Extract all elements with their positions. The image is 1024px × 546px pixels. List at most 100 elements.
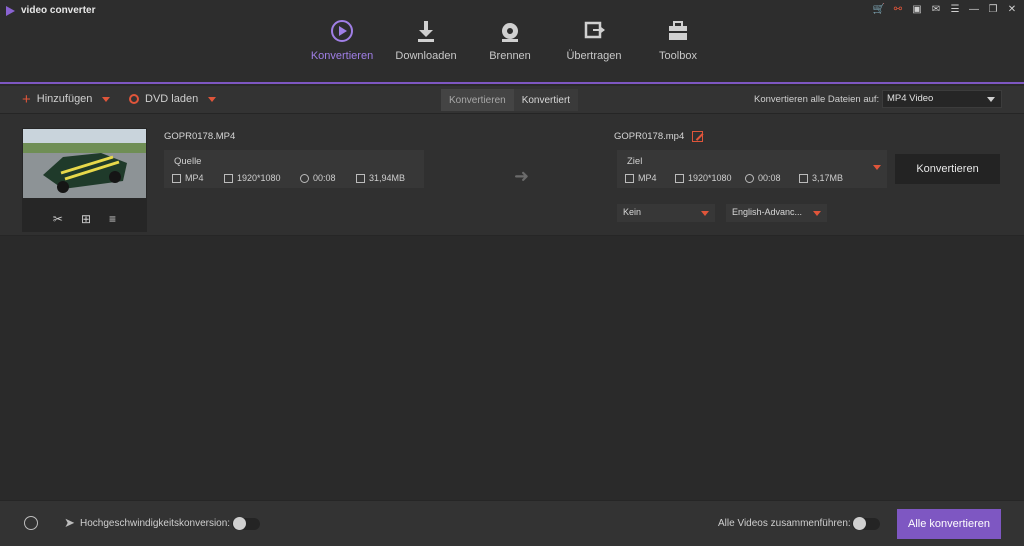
target-duration: 00:08 <box>745 173 799 183</box>
load-dvd-label: DVD laden <box>145 93 199 105</box>
source-size-value: 31,94MB <box>369 173 406 183</box>
target-meta: MP4 1920*1080 00:08 3,17MB <box>625 173 843 183</box>
source-size: 31,94MB <box>356 173 405 183</box>
effects-icon[interactable]: ≡ <box>109 212 116 226</box>
chevron-down-icon <box>102 96 111 102</box>
arrow-right-icon: ➜ <box>514 166 530 186</box>
source-format-value: MP4 <box>185 173 204 183</box>
merge-videos-toggle[interactable] <box>852 517 880 530</box>
film-icon <box>172 173 181 183</box>
load-dvd-button[interactable]: DVD laden <box>129 93 217 105</box>
subtitle-value: Kein <box>623 207 642 217</box>
nav-transfer[interactable]: Übertragen <box>552 18 636 62</box>
target-filename-row: GOPR0178.mp4 <box>614 131 704 142</box>
title-bar: video converter 🛒 ⚯ ▣ ✉ ☰ — ❐ ✕ Konverti… <box>0 0 1024 84</box>
source-meta: MP4 1920*1080 00:08 31,94MB <box>172 173 405 183</box>
target-resolution: 1920*1080 <box>675 173 745 183</box>
nav-download-label: Downloaden <box>395 50 457 62</box>
nav-transfer-label: Übertragen <box>566 50 622 62</box>
target-resolution-value: 1920*1080 <box>688 173 732 183</box>
app-window: video converter 🛒 ⚯ ▣ ✉ ☰ — ❐ ✕ Konverti… <box>0 0 1024 546</box>
dvd-icon <box>129 94 139 104</box>
edit-icon[interactable] <box>692 131 704 142</box>
clock-icon <box>300 173 309 183</box>
high-speed-label: Hochgeschwindigkeitskonversion: <box>80 518 231 529</box>
target-settings-dropdown-icon[interactable] <box>873 165 881 170</box>
plus-icon: + <box>22 90 31 108</box>
source-info-box: Quelle MP4 1920*1080 00:08 31,94MB <box>164 150 424 188</box>
target-duration-value: 00:08 <box>758 173 781 183</box>
chevron-down-icon <box>813 211 821 216</box>
bottom-bar: ➤ Hochgeschwindigkeitskonversion: Alle V… <box>0 500 1024 546</box>
folder-icon <box>799 173 808 183</box>
user-icon[interactable]: ⚯ <box>892 3 904 15</box>
tab-converted[interactable]: Konvertiert <box>513 89 579 111</box>
main-nav: Konvertieren Downloaden Brennen Übertrag… <box>300 18 720 62</box>
source-duration: 00:08 <box>300 173 356 183</box>
burn-icon <box>502 23 518 42</box>
minimize-icon[interactable]: — <box>968 3 980 15</box>
nav-convert[interactable]: Konvertieren <box>300 18 384 62</box>
video-thumbnail-panel: ✂ ⊞ ≡ <box>22 128 147 232</box>
tab-converting[interactable]: Konvertieren <box>441 89 514 111</box>
target-title: Ziel <box>627 156 643 167</box>
resolution-icon <box>675 173 684 183</box>
audio-track-select[interactable]: English-Advanc... <box>726 204 827 222</box>
target-format-value: MP4 <box>638 173 657 183</box>
nav-burn[interactable]: Brennen <box>468 18 552 62</box>
app-logo: video converter <box>6 5 95 16</box>
app-title: video converter <box>21 5 96 16</box>
add-files-button[interactable]: + Hinzufügen <box>22 90 111 108</box>
subtitle-select[interactable]: Kein <box>617 204 715 222</box>
close-icon[interactable]: ✕ <box>1006 3 1018 15</box>
cart-icon[interactable]: 🛒 <box>873 3 885 15</box>
source-filename: GOPR0178.MP4 <box>164 131 236 142</box>
source-format: MP4 <box>172 173 224 183</box>
file-item: ✂ ⊞ ≡ GOPR0178.MP4 Quelle MP4 1920*1080 … <box>0 114 1024 236</box>
convert-button[interactable]: Konvertieren <box>895 154 1000 184</box>
source-resolution: 1920*1080 <box>224 173 300 183</box>
target-size-value: 3,17MB <box>812 173 844 183</box>
nav-download[interactable]: Downloaden <box>384 18 468 62</box>
clock-icon <box>745 173 754 183</box>
nav-toolbox[interactable]: Toolbox <box>636 18 720 62</box>
source-resolution-value: 1920*1080 <box>237 173 281 183</box>
chevron-down-icon <box>987 97 995 102</box>
nav-toolbox-label: Toolbox <box>659 50 697 62</box>
add-files-label: Hinzufügen <box>36 93 93 105</box>
video-thumbnail[interactable] <box>23 129 146 198</box>
nav-convert-label: Konvertieren <box>310 50 374 62</box>
folder-icon <box>356 173 365 183</box>
window-controls: 🛒 ⚯ ▣ ✉ ☰ — ❐ ✕ <box>873 3 1018 15</box>
audio-track-value: English-Advanc... <box>732 207 803 217</box>
chevron-down-icon <box>701 211 709 216</box>
source-title: Quelle <box>174 156 202 167</box>
convert-all-button[interactable]: Alle konvertieren <box>897 509 1001 539</box>
menu-icon[interactable]: ☰ <box>949 3 961 15</box>
high-speed-toggle[interactable] <box>232 517 260 530</box>
trim-icon[interactable]: ✂ <box>53 212 63 226</box>
target-format: MP4 <box>625 173 675 183</box>
target-filename: GOPR0178.mp4 <box>614 131 685 142</box>
alarm-clock-icon[interactable] <box>24 516 38 530</box>
crop-icon[interactable]: ⊞ <box>81 212 91 226</box>
output-format-select[interactable]: MP4 Video <box>882 90 1002 108</box>
feedback-icon[interactable]: ✉ <box>930 3 942 15</box>
target-size: 3,17MB <box>799 173 843 183</box>
convert-tabs: Konvertieren Konvertiert <box>441 89 579 111</box>
resolution-icon <box>224 173 233 183</box>
film-icon <box>625 173 634 183</box>
output-format-value: MP4 Video <box>887 93 934 104</box>
nav-burn-label: Brennen <box>489 50 531 62</box>
toolbar: + Hinzufügen DVD laden Konvertieren Konv… <box>0 86 1024 114</box>
transfer-icon <box>584 21 605 39</box>
lightning-icon: ➤ <box>64 515 75 530</box>
merge-videos-label: Alle Videos zusammenführen: <box>718 518 851 529</box>
source-duration-value: 00:08 <box>313 173 336 183</box>
download-icon <box>418 21 434 42</box>
play-logo-icon <box>6 5 15 16</box>
gift-icon[interactable]: ▣ <box>911 3 923 15</box>
restore-icon[interactable]: ❐ <box>987 3 999 15</box>
convert-icon <box>331 20 353 42</box>
target-info-box[interactable]: Ziel MP4 1920*1080 00:08 3,17MB <box>617 150 887 188</box>
